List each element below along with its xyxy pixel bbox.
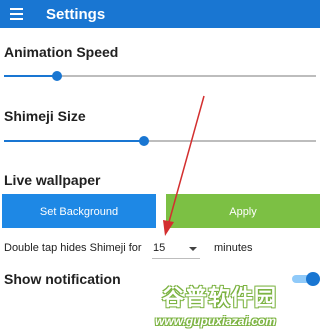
animation-speed-label: Animation Speed bbox=[4, 44, 119, 60]
slider-fill bbox=[4, 75, 58, 77]
dropdown-arrow-icon[interactable] bbox=[189, 247, 197, 251]
watermark-url: www.gupuxiazai.com bbox=[155, 314, 276, 328]
page-title: Settings bbox=[46, 6, 106, 23]
hamburger-menu-icon[interactable] bbox=[10, 8, 23, 20]
set-background-button[interactable]: Set Background bbox=[2, 194, 156, 228]
show-notification-label: Show notification bbox=[4, 271, 121, 287]
shimeji-size-slider[interactable] bbox=[4, 134, 316, 148]
slider-thumb[interactable] bbox=[139, 136, 150, 146]
slider-fill bbox=[4, 140, 145, 142]
double-tap-unit: minutes bbox=[214, 242, 253, 254]
live-wallpaper-label: Live wallpaper bbox=[4, 172, 101, 188]
dropdown-underline bbox=[152, 258, 200, 259]
watermark-title: 谷普软件园 bbox=[162, 285, 278, 310]
double-tap-label: Double tap hides Shimeji for bbox=[4, 242, 142, 254]
apply-button[interactable]: Apply bbox=[166, 194, 320, 228]
shimeji-size-label: Shimeji Size bbox=[4, 108, 86, 124]
animation-speed-slider[interactable] bbox=[4, 69, 316, 83]
app-bar: Settings bbox=[0, 0, 320, 28]
slider-thumb[interactable] bbox=[52, 71, 63, 81]
double-tap-value-select[interactable]: 15 bbox=[153, 242, 165, 254]
watermark: 谷普软件园 www.gupuxiazai.com bbox=[150, 278, 320, 334]
